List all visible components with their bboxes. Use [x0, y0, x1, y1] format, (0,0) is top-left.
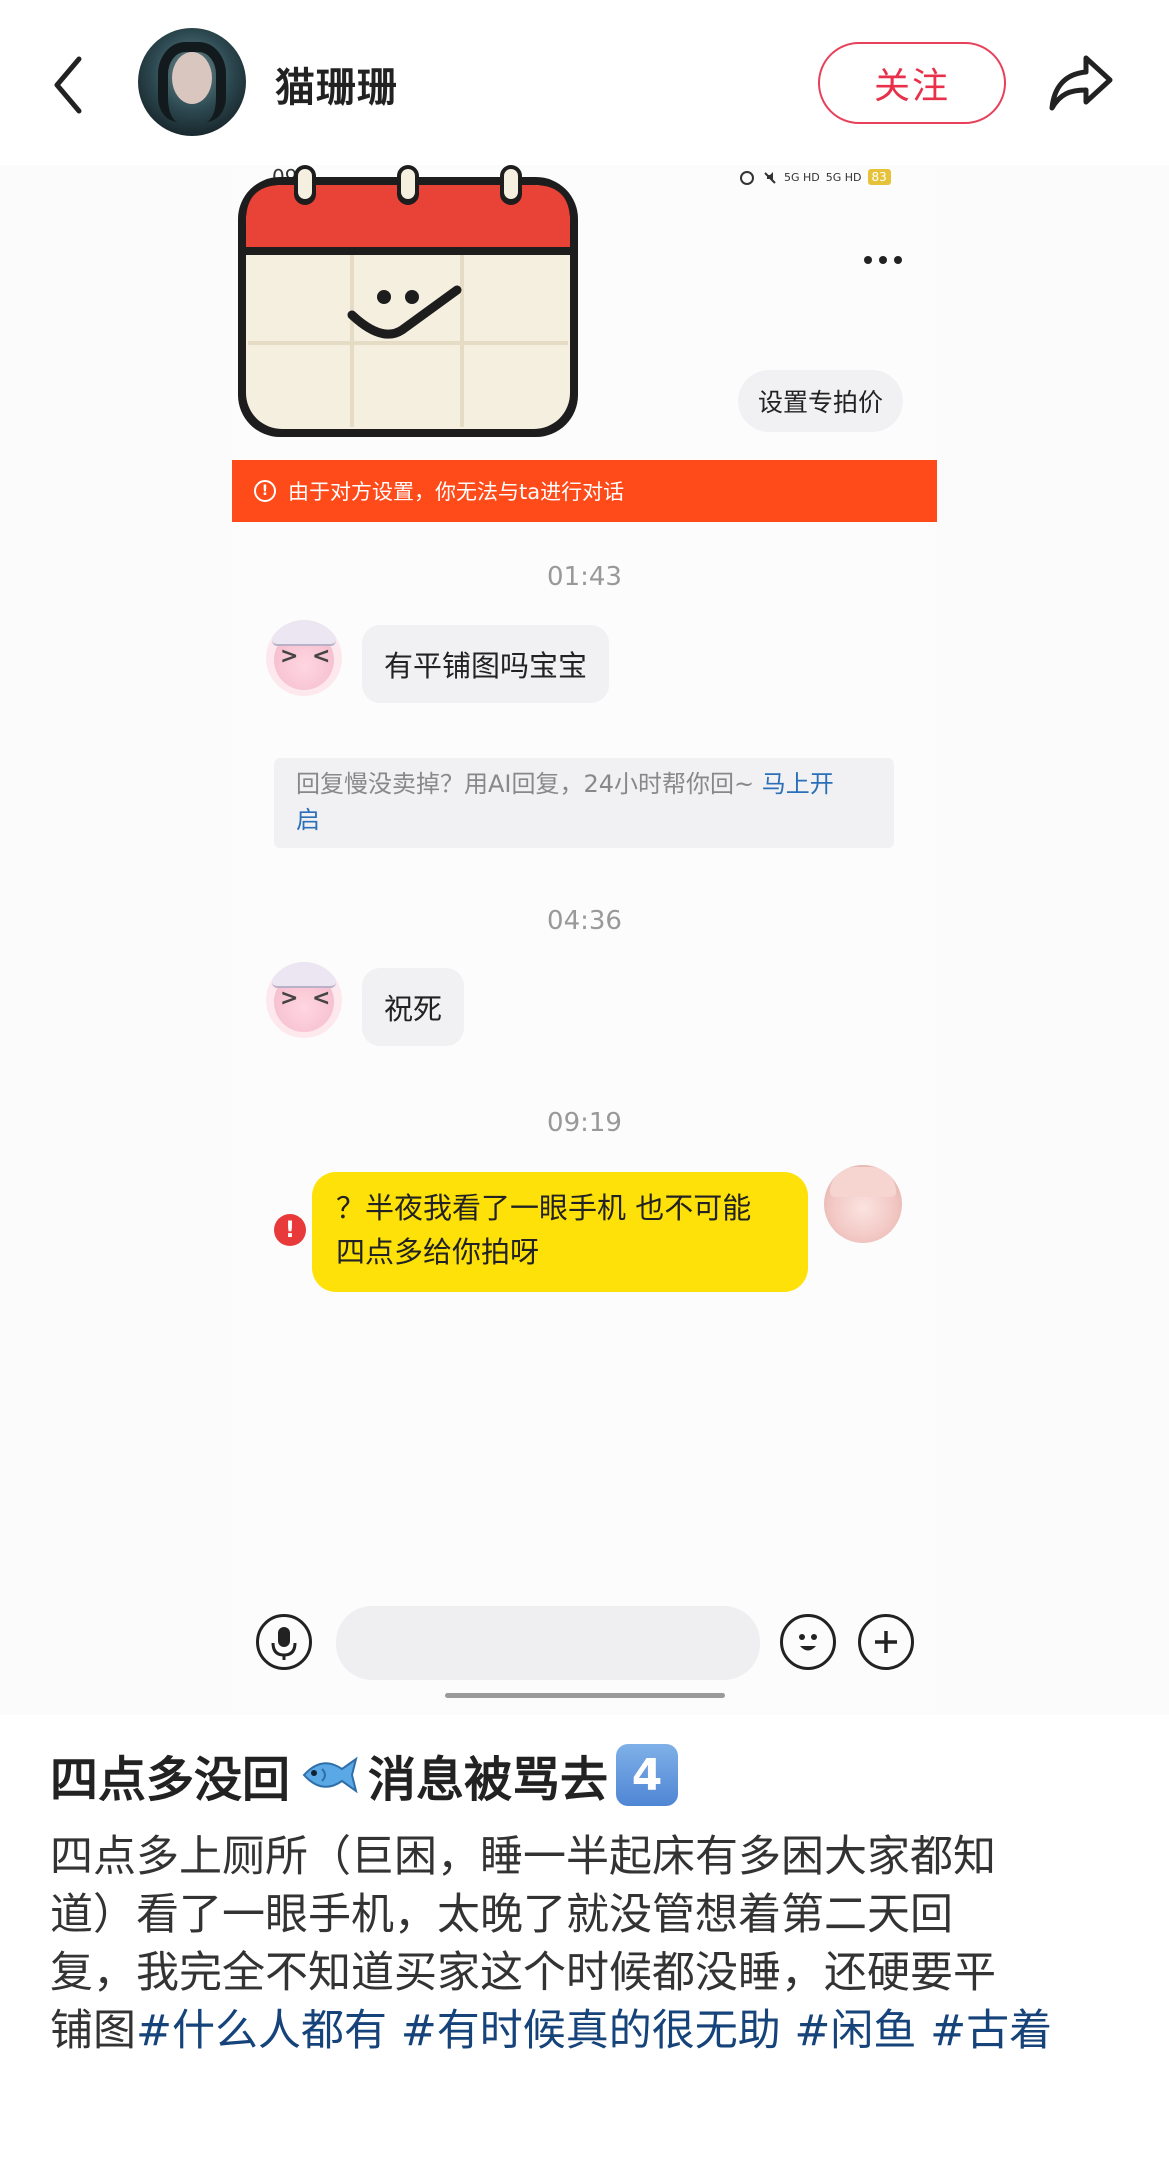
post-body: 四点多上厕所（巨困，睡一半起床有多困大家都知 道）看了一眼手机，太晚了就没管想着…: [50, 1828, 1120, 2060]
alarm-icon: [740, 171, 754, 185]
calendar-sticker-icon: [238, 165, 578, 437]
message-bubble[interactable]: 祝死: [362, 968, 465, 1046]
my-message-bubble[interactable]: ？半夜我看了一眼手机 也不可能 四点多给你拍呀: [312, 1172, 808, 1292]
author-avatar[interactable]: [138, 28, 246, 136]
set-price-button[interactable]: 设置专拍价: [738, 370, 904, 432]
home-indicator: [445, 1693, 725, 1698]
post-body-line-3: 复，我完全不知道买家这个时候都没睡，还硬要平: [50, 1948, 996, 1998]
my-avatar[interactable]: [824, 1165, 902, 1243]
back-button[interactable]: [45, 45, 105, 125]
battery-indicator: 83: [867, 169, 891, 185]
buyer-avatar[interactable]: > <: [266, 962, 342, 1038]
warning-icon: !: [254, 480, 276, 502]
hashtag-link[interactable]: #什么人都有: [136, 2006, 387, 2056]
voice-button[interactable]: [256, 1614, 312, 1670]
post-title-part-1: 四点多没回: [50, 1752, 291, 1808]
share-button[interactable]: [1046, 50, 1116, 114]
timestamp: 04:36: [547, 906, 622, 936]
signal-label-2: 5G HD: [825, 170, 862, 184]
post-title-part-2: 消息被骂去: [368, 1752, 609, 1808]
post-body-line-1: 四点多上厕所（巨困，睡一半起床有多困大家都知: [50, 1832, 996, 1882]
my-message-line-1: ？半夜我看了一眼手机 也不可能: [336, 1191, 752, 1225]
back-icon: [54, 56, 82, 114]
ai-tip-text: 回复慢没卖掉？用AI回复，24小时帮你回~: [296, 770, 762, 798]
emoji-button[interactable]: [780, 1614, 836, 1670]
enable-ai-link-cont[interactable]: 启: [296, 806, 320, 834]
post-body-line-4: 铺图: [50, 2006, 136, 2056]
post-title: 四点多没回 消息被骂去 4: [50, 1740, 679, 1810]
my-message-line-2: 四点多给你拍呀: [336, 1235, 540, 1269]
more-button[interactable]: [858, 240, 908, 280]
blocked-banner: ! 由于对方设置，你无法与ta进行对话: [232, 460, 937, 522]
message-bubble[interactable]: 有平铺图吗宝宝: [362, 625, 610, 703]
mic-icon: [271, 1627, 297, 1660]
status-icons: 5G HD 5G HD 83: [738, 168, 891, 186]
keycap-4-icon: 4: [616, 1744, 679, 1806]
hashtag-link[interactable]: #古着: [930, 2006, 1052, 2056]
enable-ai-link[interactable]: 马上开: [762, 770, 834, 798]
hashtag-link[interactable]: #有时候真的很无助: [401, 2006, 781, 2056]
author-name[interactable]: 猫珊珊: [275, 55, 398, 113]
emoji-icon: [799, 1634, 817, 1651]
fish-emoji-icon: [302, 1756, 358, 1794]
screenshot-margin-left: [0, 165, 232, 1715]
screenshot-margin-right: [937, 165, 1169, 1715]
buyer-avatar[interactable]: > <: [266, 620, 342, 696]
post-body-line-2: 道）看了一眼手机，太晚了就没管想着第二天回: [50, 1890, 953, 1940]
banner-text: 由于对方设置，你无法与ta进行对话: [288, 480, 625, 504]
timestamp: 09:19: [547, 1108, 622, 1138]
signal-label-1: 5G HD: [784, 170, 820, 184]
message-input[interactable]: [336, 1606, 760, 1680]
mute-icon: [764, 172, 776, 184]
plus-icon: [875, 1631, 897, 1653]
hashtag-link[interactable]: #闲鱼: [794, 2006, 916, 2056]
timestamp: 01:43: [547, 562, 622, 592]
more-icon: [864, 256, 902, 264]
plus-button[interactable]: [858, 1614, 914, 1670]
follow-button[interactable]: 关注: [818, 42, 1006, 124]
top-bar: 猫珊珊 关注: [0, 0, 1169, 165]
share-icon: [1049, 55, 1113, 111]
send-failed-icon[interactable]: !: [274, 1214, 306, 1246]
ai-reply-tip: 回复慢没卖掉？用AI回复，24小时帮你回~ 马上开启: [274, 758, 894, 848]
